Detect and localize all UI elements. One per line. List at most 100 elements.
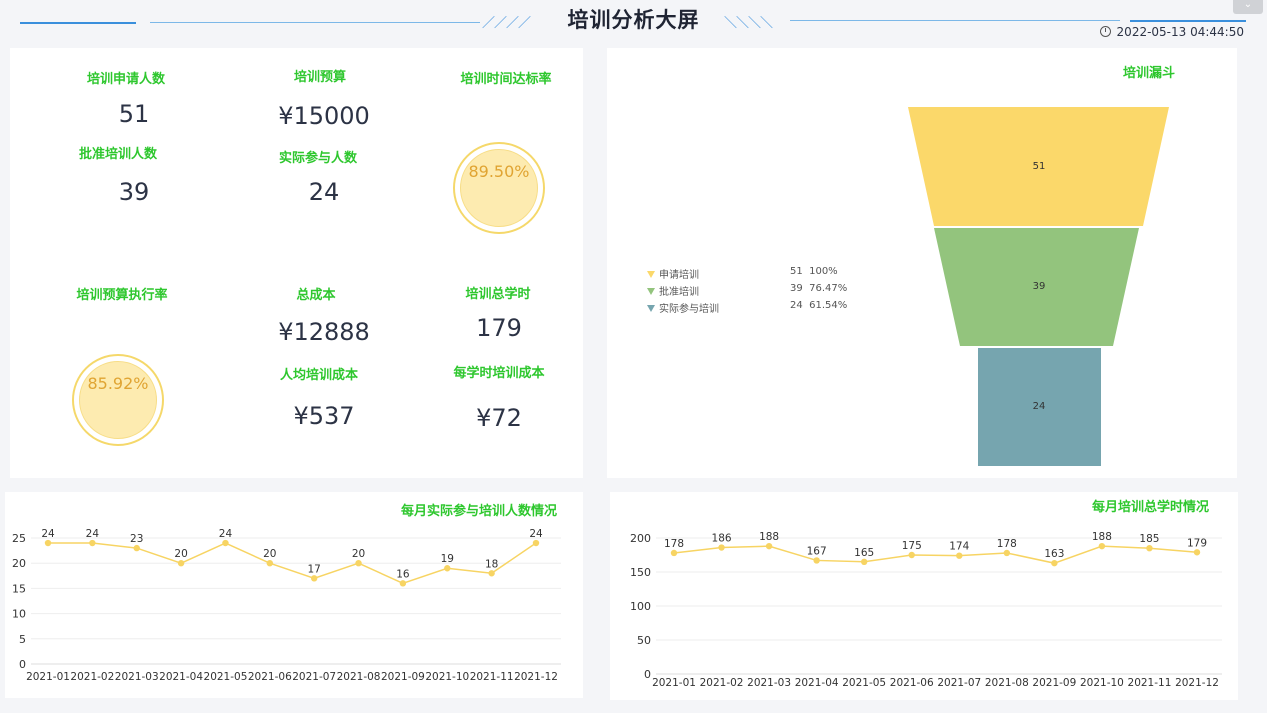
bubble-fill bbox=[460, 149, 538, 227]
kpi-on-time-rate-bubble: 89.50% bbox=[453, 142, 545, 234]
kpi-total-cost-label: 总成本 bbox=[296, 288, 336, 303]
kpi-cost-per-person-value: ¥537 bbox=[293, 402, 355, 430]
kpi-budget-value: ¥15000 bbox=[278, 102, 370, 130]
data-label: 175 bbox=[902, 540, 922, 552]
data-point bbox=[908, 551, 915, 559]
data-point bbox=[177, 560, 185, 567]
kpi-total-hours-value: 179 bbox=[476, 314, 522, 342]
x-tick-label: 2021-12 bbox=[514, 671, 558, 683]
data-point bbox=[44, 539, 52, 547]
funnel-stage-applied-label: 51 bbox=[1033, 161, 1046, 172]
x-tick-label: 2021-09 bbox=[1032, 677, 1076, 689]
datetime-text: 2022-05-13 04:44:50 bbox=[1116, 25, 1244, 39]
x-tick-label: 2021-01 bbox=[26, 671, 70, 683]
data-point bbox=[89, 539, 96, 547]
funnel-stage-participated-label: 24 bbox=[1033, 401, 1046, 412]
data-label: 19 bbox=[441, 553, 454, 565]
x-tick-label: 2021-03 bbox=[747, 677, 791, 689]
data-label: 24 bbox=[86, 528, 100, 540]
x-tick-label: 2021-04 bbox=[159, 671, 203, 683]
data-point bbox=[860, 558, 868, 565]
x-tick-label: 2021-02 bbox=[70, 671, 114, 683]
kpi-total-cost-value: ¥12888 bbox=[278, 318, 370, 346]
funnel-chart: 51 39 24 bbox=[908, 107, 1169, 466]
header-line-right bbox=[790, 20, 1120, 21]
kpi-cost-per-person-label: 人均培训成本 bbox=[279, 368, 358, 383]
data-point bbox=[444, 565, 451, 572]
series-line bbox=[673, 545, 1198, 564]
data-label: 179 bbox=[1187, 537, 1207, 549]
data-point bbox=[670, 549, 678, 557]
data-point bbox=[222, 539, 229, 547]
x-tick-label: 2021-05 bbox=[842, 677, 886, 689]
data-label: 20 bbox=[263, 548, 276, 560]
data-point bbox=[399, 580, 407, 587]
data-label: 23 bbox=[130, 533, 143, 545]
kpi-total-hours-label: 培训总学时 bbox=[465, 287, 531, 302]
x-tick-label: 2021-11 bbox=[1128, 677, 1172, 689]
kpi-on-time-rate-label: 培训时间达标率 bbox=[460, 72, 552, 87]
page-title: 培训分析大屏 bbox=[567, 8, 700, 32]
data-point bbox=[1146, 545, 1153, 552]
datetime: 2022-05-13 04:44:50 bbox=[1099, 25, 1244, 39]
kpi-budget-label: 培训预算 bbox=[293, 70, 346, 85]
data-point bbox=[813, 557, 820, 564]
data-label: 24 bbox=[529, 528, 543, 540]
data-point bbox=[488, 570, 495, 577]
bubble-fill bbox=[79, 361, 157, 439]
data-label: 167 bbox=[807, 545, 827, 557]
data-point bbox=[1193, 549, 1201, 556]
kpi-cost-per-hour-value: ¥72 bbox=[476, 404, 522, 432]
data-label: 18 bbox=[485, 558, 498, 570]
clock-icon bbox=[1099, 26, 1111, 37]
monthly-hours-panel: 每月培训总学时情况 0 50 100 150 200 2021-01 2021-02 2021… bbox=[610, 492, 1238, 700]
x-tick-label: 2021-09 bbox=[381, 671, 425, 683]
data-point bbox=[765, 542, 773, 550]
x-tick-label: 2021-02 bbox=[700, 677, 744, 689]
monthly-hours-chart: 0 50 100 150 200 2021-01 2021-02 2021-03 2021-04… bbox=[630, 531, 1222, 689]
kpi-budget-exec-rate-value: 85.92% bbox=[87, 374, 149, 393]
data-label: 186 bbox=[712, 533, 732, 545]
data-point bbox=[355, 560, 362, 567]
header-slash-right: ＼＼＼＼ bbox=[724, 16, 773, 31]
x-tick-label: 2021-06 bbox=[890, 677, 934, 689]
y-tick-label: 20 bbox=[12, 557, 26, 570]
x-tick-label: 2021-06 bbox=[248, 671, 292, 683]
x-tick-label: 2021-10 bbox=[425, 671, 469, 683]
x-tick-label: 2021-04 bbox=[795, 677, 839, 689]
kpi-panel: 培训申请人数 51 培训预算 ¥15000 培训时间达标率 89.50% 批准培… bbox=[10, 48, 583, 478]
data-point bbox=[956, 552, 963, 559]
data-label: 178 bbox=[664, 538, 684, 550]
kpi-applicants-label: 培训申请人数 bbox=[86, 72, 165, 87]
y-tick-label: 0 bbox=[19, 658, 26, 671]
monthly-participants-chart: 05101520252021-01 2021-02 2021-03 2021-04 20… bbox=[12, 528, 561, 683]
kpi-budget-exec-rate-label: 培训预算执行率 bbox=[76, 288, 168, 303]
x-tick-label: 2021-10 bbox=[1080, 677, 1124, 689]
data-label: 20 bbox=[352, 548, 365, 560]
funnel-stage-approved-label: 39 bbox=[1033, 281, 1046, 292]
data-label: 188 bbox=[1092, 531, 1112, 543]
monthly-participants-panel: 每月实际参与培训人数情况 0 5 10 15 20 25 2021-01 2021-02 202… bbox=[5, 492, 583, 698]
data-label: 24 bbox=[41, 528, 55, 540]
kpi-participants-value: 24 bbox=[308, 178, 340, 206]
data-point bbox=[133, 544, 140, 552]
y-tick-label: 15 bbox=[12, 582, 26, 595]
data-point bbox=[1051, 559, 1058, 567]
x-tick-label: 2021-12 bbox=[1175, 677, 1219, 689]
collapse-button[interactable]: ⌄ bbox=[1233, 0, 1263, 14]
data-label: 20 bbox=[174, 548, 187, 560]
y-tick-label: 10 bbox=[12, 608, 26, 621]
kpi-approved-label: 批准培训人数 bbox=[78, 147, 157, 162]
x-tick-label: 2021-07 bbox=[937, 677, 981, 689]
y-tick-label: 150 bbox=[630, 566, 651, 579]
kpi-cost-per-hour-label: 每学时培训成本 bbox=[453, 366, 545, 381]
x-tick-label: 2021-08 bbox=[337, 671, 381, 683]
data-point bbox=[532, 539, 540, 547]
x-tick-label: 2021-03 bbox=[115, 671, 159, 683]
y-tick-label: 25 bbox=[12, 532, 26, 545]
data-point bbox=[1003, 549, 1011, 557]
kpi-participants-label: 实际参与人数 bbox=[278, 151, 357, 166]
y-tick-label: 0 bbox=[644, 668, 651, 681]
data-point bbox=[310, 575, 318, 582]
data-label: 174 bbox=[949, 541, 969, 553]
